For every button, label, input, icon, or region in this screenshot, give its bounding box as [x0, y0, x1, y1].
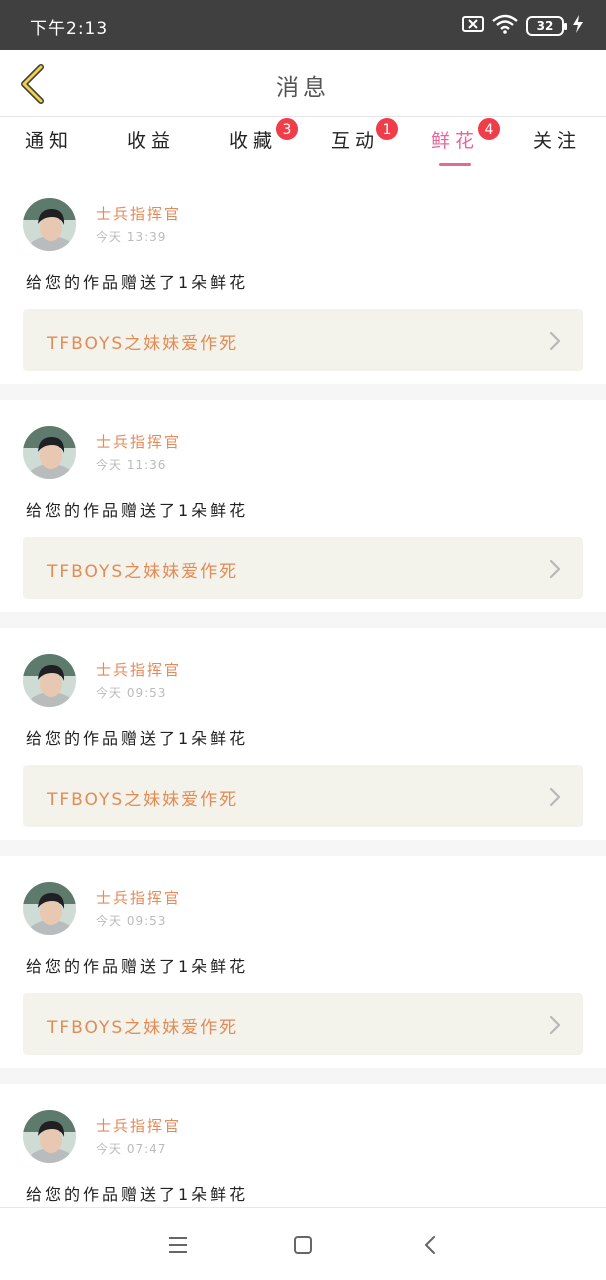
menu-button[interactable]: [161, 1228, 195, 1262]
message-time: 今天 09:53: [96, 914, 167, 928]
tab-label: 收藏: [228, 130, 277, 152]
message-text: 给您的作品赠送了1朵鲜花: [26, 273, 249, 292]
card-divider: [0, 612, 606, 628]
header: 消息: [0, 50, 606, 117]
avatar[interactable]: [23, 882, 76, 935]
tab-flowers[interactable]: 鲜花 4: [420, 117, 501, 170]
work-link[interactable]: TFBOYS之妹妹爱作死: [23, 309, 583, 371]
chevron-right-icon: [549, 559, 561, 579]
message-text: 给您的作品赠送了1朵鲜花: [26, 729, 249, 748]
sender-name[interactable]: 士兵指挥官: [96, 659, 181, 680]
chevron-right-icon: [549, 331, 561, 351]
tab-earnings[interactable]: 收益: [116, 126, 186, 170]
status-bar: 下午2:13 32: [0, 0, 606, 50]
tab-label: 通知: [24, 130, 73, 152]
tab-notifications[interactable]: 通知: [14, 126, 84, 170]
tab-bar: 通知 收益 收藏 3 互动 1 鲜花 4 关注: [0, 117, 606, 170]
avatar[interactable]: [23, 426, 76, 479]
work-title: TFBOYS之妹妹爱作死: [47, 334, 239, 354]
sender-name[interactable]: 士兵指挥官: [96, 203, 181, 224]
avatar[interactable]: [23, 654, 76, 707]
chevron-right-icon: [549, 787, 561, 807]
work-link[interactable]: TFBOYS之妹妹爱作死: [23, 765, 583, 827]
unread-badge: 1: [375, 117, 399, 141]
tab-label: 互动: [330, 130, 379, 152]
page-title: 消息: [276, 75, 330, 101]
tab-label: 关注: [532, 130, 581, 152]
message-list: 士兵指挥官 今天 13:39 给您的作品赠送了1朵鲜花 TFBOYS之妹妹爱作死…: [0, 172, 606, 1280]
work-link[interactable]: TFBOYS之妹妹爱作死: [23, 537, 583, 599]
card-divider: [0, 840, 606, 856]
unread-badge: 4: [477, 117, 501, 141]
message-card: 士兵指挥官 今天 11:36 给您的作品赠送了1朵鲜花 TFBOYS之妹妹爱作死: [0, 400, 606, 612]
active-tab-indicator: [439, 163, 471, 166]
system-nav-bar: [0, 1207, 606, 1280]
work-title: TFBOYS之妹妹爱作死: [47, 562, 239, 582]
tab-favorites[interactable]: 收藏 3: [218, 117, 299, 170]
avatar[interactable]: [23, 198, 76, 251]
message-text: 给您的作品赠送了1朵鲜花: [26, 957, 249, 976]
card-divider: [0, 384, 606, 400]
tab-following[interactable]: 关注: [522, 126, 592, 170]
sender-name[interactable]: 士兵指挥官: [96, 431, 181, 452]
sim-error-icon: [462, 15, 484, 37]
work-title: TFBOYS之妹妹爱作死: [47, 790, 239, 810]
chevron-right-icon: [549, 1015, 561, 1035]
tab-label: 鲜花: [430, 130, 479, 152]
message-time: 今天 07:47: [96, 1142, 167, 1156]
message-text: 给您的作品赠送了1朵鲜花: [26, 1185, 249, 1204]
work-title: TFBOYS之妹妹爱作死: [47, 1018, 239, 1038]
unread-badge: 3: [275, 117, 299, 141]
sender-name[interactable]: 士兵指挥官: [96, 887, 181, 908]
sender-name[interactable]: 士兵指挥官: [96, 1115, 181, 1136]
system-back-button[interactable]: [413, 1228, 447, 1262]
work-link[interactable]: TFBOYS之妹妹爱作死: [23, 993, 583, 1055]
message-text: 给您的作品赠送了1朵鲜花: [26, 501, 249, 520]
charging-icon: [572, 14, 584, 38]
status-icons: 32: [462, 14, 584, 38]
tab-label: 收益: [126, 130, 175, 152]
home-button[interactable]: [286, 1228, 320, 1262]
message-card: 士兵指挥官 今天 09:53 给您的作品赠送了1朵鲜花 TFBOYS之妹妹爱作死: [0, 628, 606, 840]
message-card: 士兵指挥官 今天 09:53 给您的作品赠送了1朵鲜花 TFBOYS之妹妹爱作死: [0, 856, 606, 1068]
message-time: 今天 13:39: [96, 230, 167, 244]
tab-interactions[interactable]: 互动 1: [320, 117, 399, 170]
home-icon: [294, 1236, 312, 1254]
message-card: 士兵指挥官 今天 13:39 给您的作品赠送了1朵鲜花 TFBOYS之妹妹爱作死: [0, 172, 606, 384]
card-divider: [0, 1068, 606, 1084]
message-time: 今天 09:53: [96, 686, 167, 700]
menu-icon: [169, 1237, 187, 1253]
back-icon: [425, 1236, 435, 1254]
battery-icon: 32: [526, 16, 567, 36]
avatar[interactable]: [23, 1110, 76, 1163]
wifi-icon: [492, 14, 518, 38]
status-time: 下午2:13: [30, 19, 109, 39]
message-time: 今天 11:36: [96, 458, 167, 472]
